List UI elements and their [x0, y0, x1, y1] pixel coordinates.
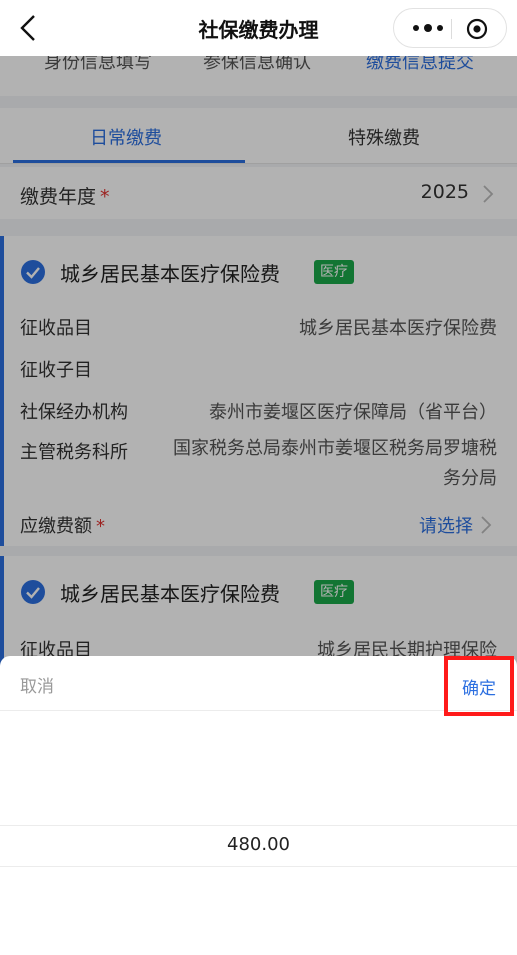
picker-selection-line — [0, 825, 517, 826]
confirm-button[interactable]: 确定 — [444, 656, 514, 716]
picker-selection-line — [0, 866, 517, 867]
cancel-button[interactable]: 取消 — [20, 672, 54, 697]
close-miniprogram-icon[interactable] — [466, 18, 488, 40]
more-dots-icon[interactable] — [410, 21, 446, 35]
picker-option-selected[interactable]: 480.00 — [0, 834, 517, 855]
capsule-divider — [451, 19, 452, 39]
mini-program-capsule — [393, 8, 507, 48]
amount-picker-sheet: 取消 确定 480.00 — [0, 656, 517, 955]
picker-header: 取消 确定 — [0, 656, 517, 716]
nav-bar: 社保缴费办理 — [0, 0, 517, 56]
